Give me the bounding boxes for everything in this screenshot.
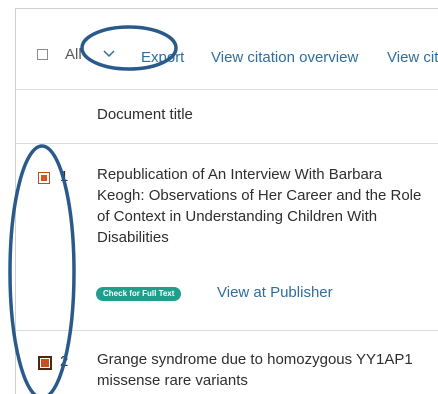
document-title-header[interactable]: Document title [97,106,193,123]
document-title-link[interactable]: Grange syndrome due to homozygous YY1AP1… [97,349,427,391]
row-select-checkbox[interactable] [38,356,52,370]
chevron-down-icon[interactable] [101,45,117,61]
results-toolbar: All Export View citation overview View c… [16,9,438,89]
row-select-checkbox[interactable] [38,172,50,184]
view-cited-link[interactable]: View cited [387,49,438,66]
view-at-publisher-link[interactable]: View at Publisher [217,284,333,301]
select-all-checkbox[interactable] [37,49,48,60]
row-number: 1 [60,168,69,185]
results-panel: All Export View citation overview View c… [0,0,438,394]
row-divider [16,330,438,331]
row-number: 2 [60,353,69,370]
document-title-link[interactable]: Republication of An Interview With Barba… [97,164,427,248]
header-divider [16,143,438,144]
check-full-text-badge[interactable]: Check for Full Text [96,287,182,301]
export-link[interactable]: Export [141,49,184,66]
toolbar-divider [16,89,438,90]
select-all-label[interactable]: All [65,46,82,63]
view-citation-overview-link[interactable]: View citation overview [211,49,358,66]
